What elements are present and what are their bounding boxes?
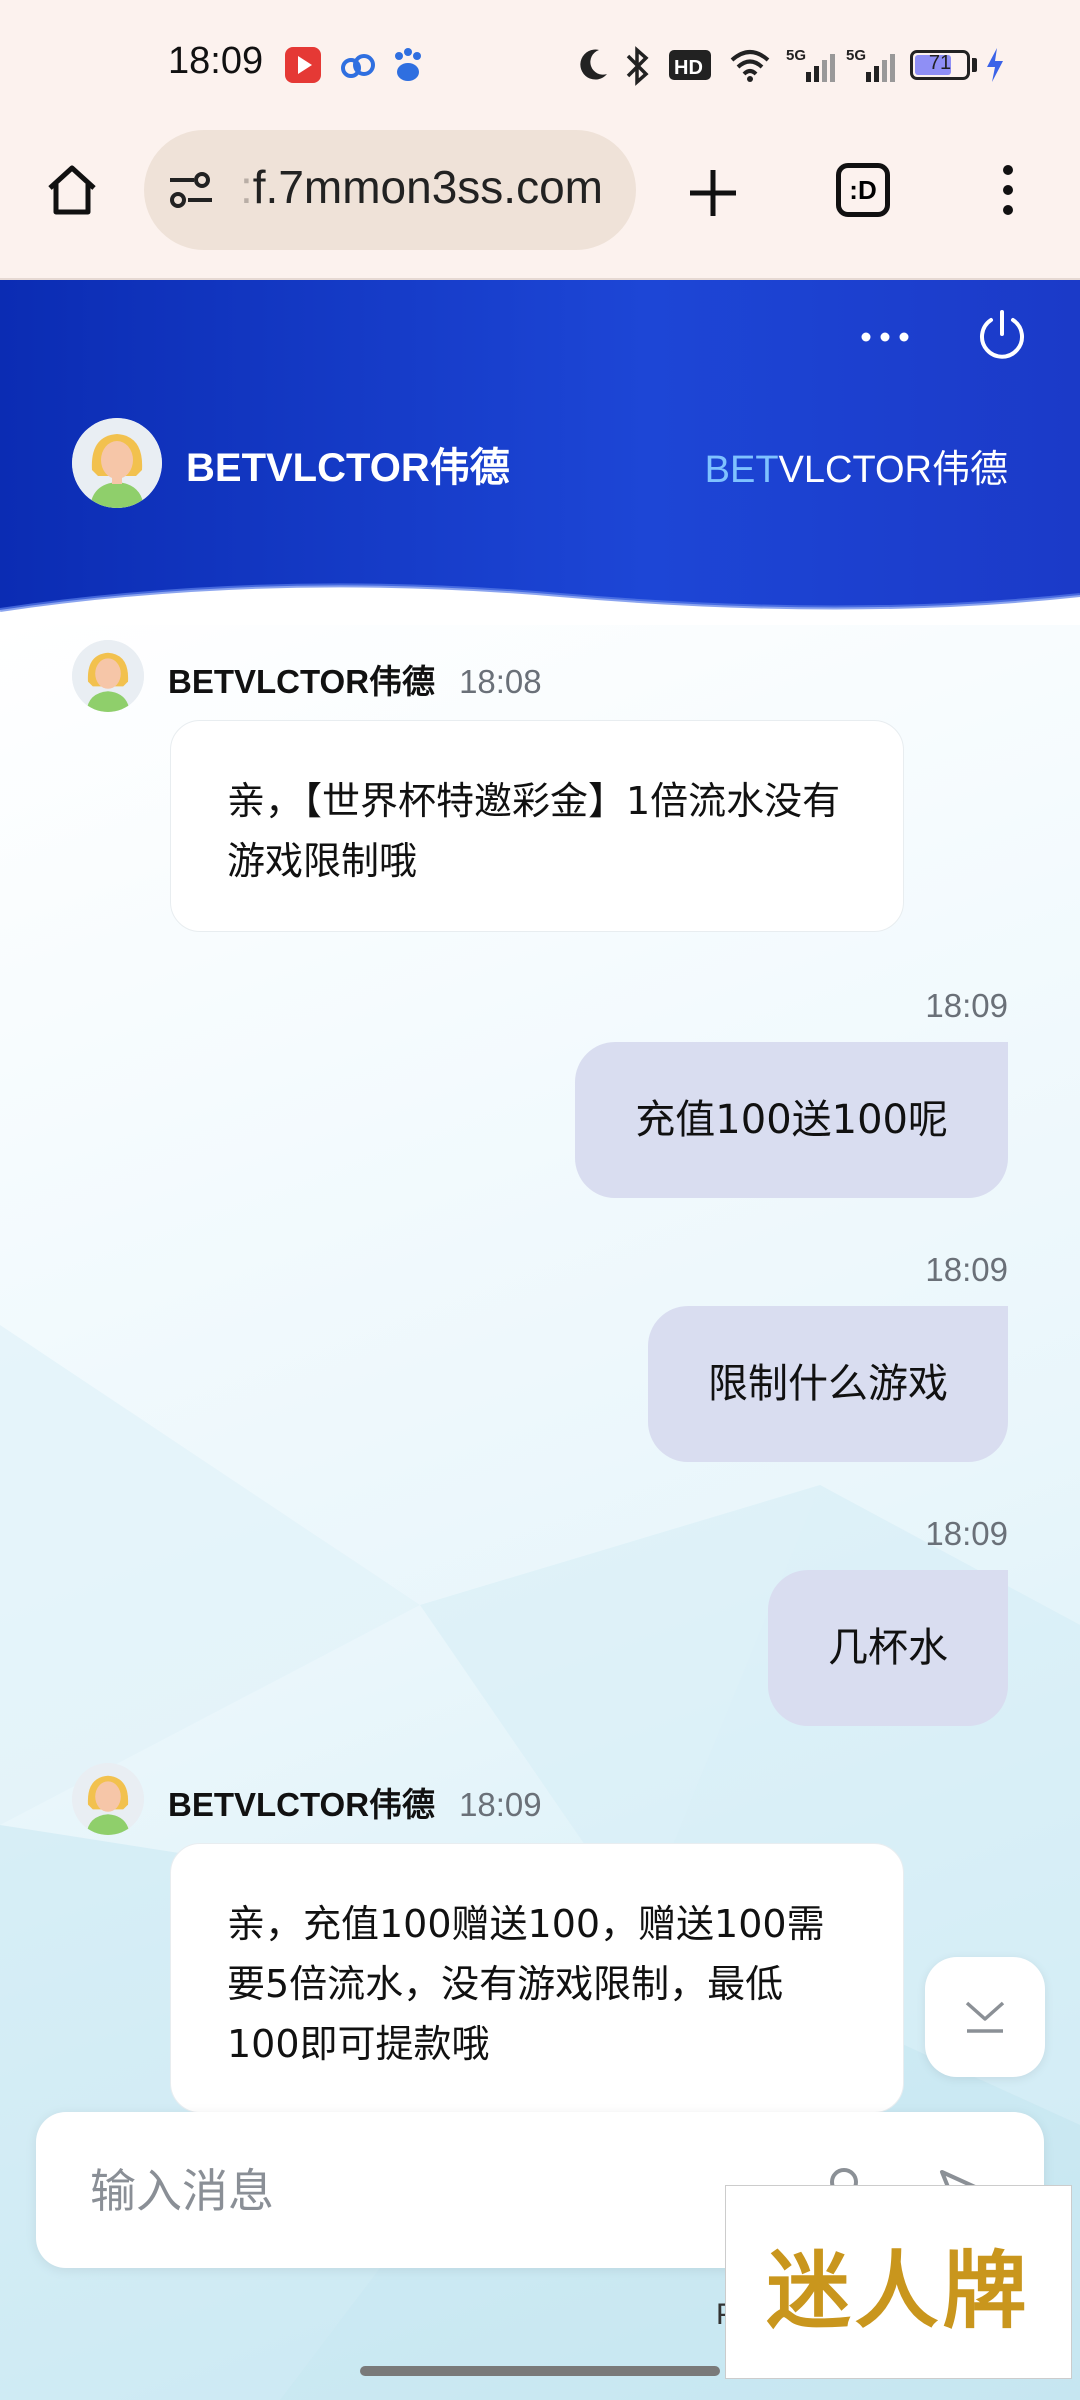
brand-logo-bet: BET <box>704 449 779 491</box>
brand-logo: BETVLCTOR伟德 <box>705 438 1008 493</box>
power-icon[interactable] <box>974 306 1030 362</box>
url-text[interactable]: :f.7mmon3ss.com <box>240 160 603 214</box>
svg-text:5G: 5G <box>786 47 806 64</box>
message-sender-line: BETVLCTOR伟德 18:08 <box>168 655 542 703</box>
incoming-message-bubble: 亲，充值100赠送100，赠送100需要5倍流水，没有游戏限制，最低100即可提… <box>170 1843 904 2113</box>
bluetooth-icon <box>626 46 649 86</box>
message-sender-name: BETVLCTOR伟德 <box>168 1786 436 1823</box>
incoming-message-bubble: 亲，【世界杯特邀彩金】1倍流水没有游戏限制哦 <box>170 720 904 932</box>
youtube-icon <box>285 47 321 83</box>
message-time: 18:08 <box>459 663 542 700</box>
message-sender-name: BETVLCTOR伟德 <box>168 663 436 700</box>
avatar-icon <box>72 1763 144 1835</box>
scroll-to-bottom-button[interactable] <box>925 1957 1045 2077</box>
baidu-icon <box>395 48 421 81</box>
header-agent-name: BETVLCTOR伟德 <box>186 446 510 490</box>
agent-avatar <box>72 418 162 508</box>
battery-icon: 71 <box>910 50 970 80</box>
url-prefix: : <box>240 161 253 213</box>
brand-logo-rest: VLCTOR伟德 <box>778 449 1008 491</box>
cloud-icon <box>341 54 375 78</box>
svg-text:5G: 5G <box>846 47 866 64</box>
site-settings-icon[interactable] <box>166 168 216 212</box>
avatar-icon <box>72 640 144 712</box>
status-bar: 18:09 HD 5G 5G 71 <box>0 0 1080 130</box>
status-time: 18:09 <box>168 40 264 82</box>
message-time: 18:09 <box>925 1515 1008 1552</box>
charging-icon <box>987 48 1003 82</box>
message-input[interactable] <box>88 2112 792 2270</box>
browser-toolbar: :f.7mmon3ss.com :D <box>0 130 1080 280</box>
header-more-icon[interactable] <box>858 322 912 352</box>
message-avatar <box>72 640 144 712</box>
battery-text: 71 <box>928 52 952 74</box>
new-tab-icon[interactable] <box>686 166 740 220</box>
signal-5g-icon: 5G <box>786 47 835 82</box>
wifi-icon <box>730 50 770 82</box>
url-domain: f.7mmon3ss.com <box>252 161 603 213</box>
scroll-down-icon <box>965 2001 1005 2033</box>
moon-icon <box>580 49 607 80</box>
more-menu-icon[interactable] <box>990 162 1026 218</box>
tab-switcher-button[interactable]: :D <box>836 163 890 217</box>
message-sender-line: BETVLCTOR伟德 18:09 <box>168 1778 542 1826</box>
outgoing-message-bubble: 限制什么游戏 <box>648 1306 1008 1462</box>
tab-switcher-label: :D <box>849 175 877 205</box>
message-time: 18:09 <box>459 1786 542 1823</box>
message-avatar <box>72 1763 144 1835</box>
watermark-text: 迷人牌 <box>766 2241 1031 2340</box>
signal-5g-icon: 5G <box>846 47 895 82</box>
message-time: 18:09 <box>925 987 1008 1024</box>
message-time: 18:09 <box>925 1251 1008 1288</box>
avatar-icon <box>72 418 162 508</box>
gesture-nav-handle[interactable] <box>360 2366 720 2376</box>
svg-text:HD: HD <box>674 57 703 79</box>
header-wave <box>0 583 1080 625</box>
home-icon[interactable] <box>42 160 102 220</box>
address-bar[interactable]: :f.7mmon3ss.com <box>144 130 636 250</box>
hd-icon: HD <box>669 50 711 80</box>
outgoing-message-bubble: 充值100送100呢 <box>575 1042 1008 1198</box>
chat-header: BETVLCTOR伟德 BETVLCTOR伟德 <box>0 280 1080 625</box>
outgoing-message-bubble: 几杯水 <box>768 1570 1008 1726</box>
watermark-logo: 迷人牌 <box>725 2185 1072 2379</box>
battery-tip <box>972 58 977 72</box>
